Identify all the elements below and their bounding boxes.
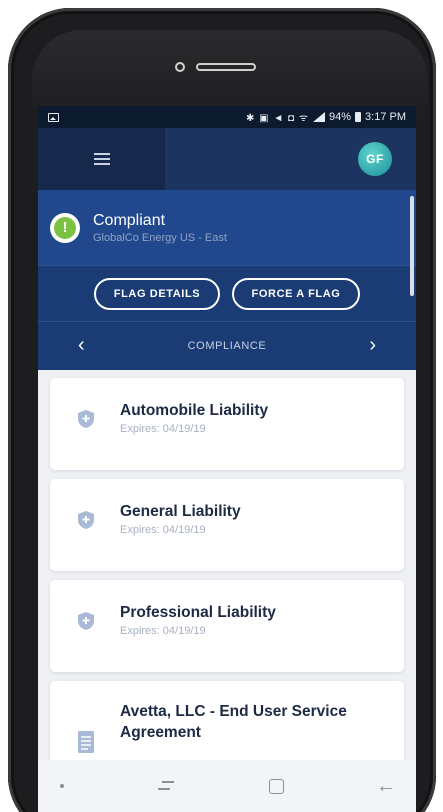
list-item[interactable]: General Liability Expires: 04/19/19 (50, 479, 404, 571)
battery-percent: 94% (329, 111, 352, 123)
app-header: GF (38, 128, 416, 190)
status-left (48, 112, 59, 122)
compliance-status-title: Compliant (93, 211, 166, 229)
company-name: GlobalCo Energy US - East (93, 231, 227, 244)
item-title: Avetta, LLC - End User Service Agreement (120, 703, 347, 741)
menu-button[interactable] (38, 128, 165, 190)
recent-apps-icon[interactable] (156, 779, 176, 793)
status-right: ✱ ▣ ◄ ◘ ᯤ 94% 3:17 PM (246, 110, 406, 124)
compliance-status-row: ! Compliant GlobalCo Energy US - East (38, 190, 416, 266)
action-buttons: FLAG DETAILS FORCE A FLAG (38, 266, 416, 322)
force-a-flag-button[interactable]: FORCE A FLAG (232, 277, 360, 310)
list-item[interactable]: Automobile Liability Expires: 04/19/19 (50, 378, 404, 470)
item-expiry: Expires: 04/19/19 (120, 423, 206, 435)
shield-icon (78, 511, 94, 529)
section-label: COMPLIANCE (187, 339, 267, 352)
battery-icon (355, 112, 362, 122)
status-bar: ✱ ▣ ◄ ◘ ᯤ 94% 3:17 PM (38, 106, 416, 128)
scrollbar[interactable] (410, 196, 414, 296)
gallery-notification-icon (48, 112, 59, 122)
compliance-panel: ! Compliant GlobalCo Energy US - East FL… (38, 190, 416, 370)
item-expiry: Expires: 04/19/19 (120, 625, 206, 637)
section-nav: ‹ COMPLIANCE › (38, 322, 416, 369)
android-nav-bar: ← (38, 760, 416, 812)
shield-icon (78, 410, 94, 428)
requirements-list: Automobile Liability Expires: 04/19/19 G… (38, 370, 416, 791)
flag-details-button[interactable]: FLAG DETAILS (94, 277, 220, 310)
document-icon (78, 731, 94, 753)
list-item[interactable]: Professional Liability Expires: 04/19/19 (50, 580, 404, 672)
clock: 3:17 PM (365, 111, 406, 123)
item-title: Professional Liability (120, 604, 276, 621)
signal-icon (313, 112, 325, 122)
shield-icon (78, 612, 94, 630)
alert-icon: ! (50, 212, 80, 243)
hamburger-icon (93, 153, 110, 165)
phone-screen: ✱ ▣ ◄ ◘ ᯤ 94% 3:17 PM GF ! Compliant Glo… (38, 106, 416, 812)
item-expiry: Expires: 04/19/19 (120, 524, 206, 536)
status-text: Compliant GlobalCo Energy US - East (93, 212, 227, 244)
item-title: General Liability (120, 503, 241, 520)
nav-dot-indicator (60, 784, 64, 788)
back-arrow-icon[interactable]: ← (376, 776, 396, 796)
system-icons: ✱ ▣ ◄ ◘ ᯤ (245, 113, 309, 124)
chevron-right-icon[interactable]: › (369, 334, 376, 357)
home-icon[interactable] (268, 778, 284, 794)
item-title: Automobile Liability (120, 402, 269, 419)
front-camera (175, 62, 185, 72)
earpiece-speaker (196, 63, 256, 71)
chevron-left-icon[interactable]: ‹ (78, 334, 85, 357)
avatar[interactable]: GF (358, 142, 392, 176)
